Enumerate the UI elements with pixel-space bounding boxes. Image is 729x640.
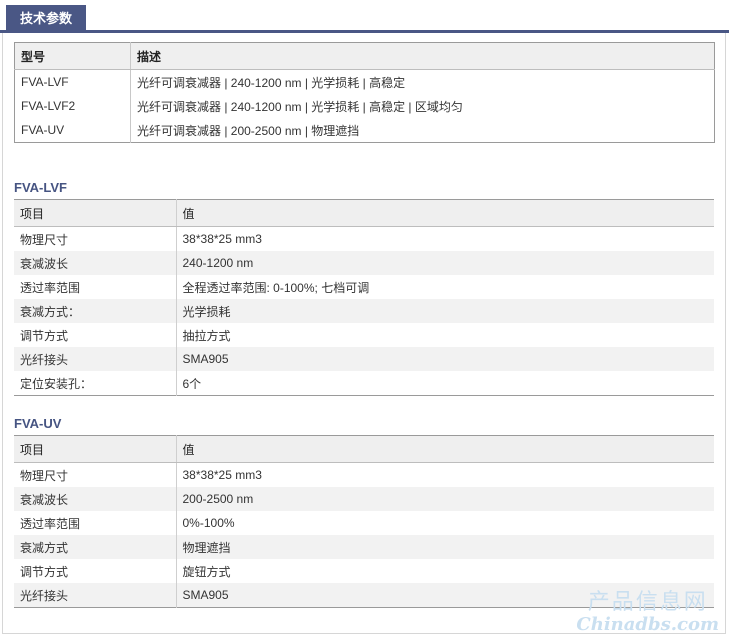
item-cell: 调节方式 xyxy=(14,559,177,583)
table-row: FVA-UV 光纤可调衰减器 | 200-2500 nm | 物理遮挡 xyxy=(14,118,715,143)
table-row: 衰减波长 240-1200 nm xyxy=(14,251,714,275)
item-cell: 调节方式 xyxy=(14,323,177,347)
site-watermark: 产品信息网 Chinadbs.com xyxy=(576,592,719,634)
value-cell: 200-2500 nm xyxy=(176,487,714,511)
table-row: 定位安装孔： 6个 xyxy=(14,371,714,396)
spec-table-fva-lvf: 项目 值 物理尺寸 38*38*25 mm3 衰减波长 240-1200 nm … xyxy=(14,199,714,396)
table-header-row: 项目 值 xyxy=(14,199,714,227)
table-row: FVA-LVF 光纤可调衰减器 | 240-1200 nm | 光学损耗 | 高… xyxy=(14,69,715,94)
item-cell: 定位安装孔： xyxy=(14,371,177,396)
description-cell: 光纤可调衰减器 | 240-1200 nm | 光学损耗 | 高稳定 | 区域均… xyxy=(137,99,463,114)
tab-bar: 技术参数 xyxy=(0,0,729,33)
value-cell: 光学损耗 xyxy=(176,299,714,323)
spec-table-fva-uv: 项目 值 物理尺寸 38*38*25 mm3 衰减波长 200-2500 nm … xyxy=(14,435,714,608)
table-row: FVA-LVF2 光纤可调衰减器 | 240-1200 nm | 光学损耗 | … xyxy=(14,94,715,118)
item-cell: 透过率范围 xyxy=(14,275,177,299)
item-cell: 衰减方式 xyxy=(14,535,177,559)
value-cell: 全程透过率范围: 0-100%; 七档可调 xyxy=(182,280,370,295)
table-row: 光纤接头 SMA905 xyxy=(14,347,714,371)
value-cell: 抽拉方式 xyxy=(182,328,231,343)
model-cell: FVA-LVF2 xyxy=(14,94,131,118)
value-cell: 物理遮挡 xyxy=(176,535,714,559)
tab-tech-params[interactable]: 技术参数 xyxy=(6,5,87,33)
header-model: 型号 xyxy=(14,42,131,70)
header-description: 描述 xyxy=(130,42,715,70)
value-cell: 240-1200 nm xyxy=(176,251,714,275)
section-title-fva-uv: FVA-UV xyxy=(14,416,62,431)
table-row: 调节方式 旋钮方式 xyxy=(14,559,714,583)
item-cell: 物理尺寸 xyxy=(14,226,177,251)
model-cell: FVA-UV xyxy=(14,118,131,143)
table-row: 透过率范围 全程透过率范围: 0-100%; 七档可调 xyxy=(14,275,714,299)
value-cell: 0%-100% xyxy=(182,516,235,530)
value-cell: 38*38*25 mm3 xyxy=(182,232,262,246)
description-cell: 光纤可调衰减器 | 200-2500 nm | 物理遮挡 xyxy=(137,123,360,138)
table-row: 物理尺寸 38*38*25 mm3 xyxy=(14,462,714,487)
table-row: 透过率范围 0%-100% xyxy=(14,511,714,535)
table-row: 衰减方式： 光学损耗 xyxy=(14,299,714,323)
model-overview-table: 型号 描述 FVA-LVF 光纤可调衰减器 | 240-1200 nm | 光学… xyxy=(14,42,715,143)
model-cell: FVA-LVF xyxy=(14,69,131,94)
table-row: 衰减波长 200-2500 nm xyxy=(14,487,714,511)
item-cell: 衰减波长 xyxy=(14,251,177,275)
watermark-line-1: 产品信息网 xyxy=(587,590,708,615)
value-cell: SMA905 xyxy=(176,347,714,371)
table-header-row: 项目 值 xyxy=(14,435,714,463)
table-row: 衰减方式 物理遮挡 xyxy=(14,535,714,559)
table-row: 物理尺寸 38*38*25 mm3 xyxy=(14,226,714,251)
header-value: 值 xyxy=(176,435,714,463)
value-cell: 6个 xyxy=(182,376,202,391)
table-header-row: 型号 描述 xyxy=(14,42,715,70)
item-cell: 衰减波长 xyxy=(14,487,177,511)
header-item: 项目 xyxy=(14,199,177,227)
watermark-line-2: Chinadbs.com xyxy=(576,614,719,635)
value-cell: 38*38*25 mm3 xyxy=(182,468,262,482)
item-cell: 透过率范围 xyxy=(14,511,177,535)
header-value: 值 xyxy=(176,199,714,227)
header-item: 项目 xyxy=(14,435,177,463)
item-cell: 光纤接头 xyxy=(14,583,177,608)
item-cell: 光纤接头 xyxy=(14,347,177,371)
table-row: 调节方式 抽拉方式 xyxy=(14,323,714,347)
value-cell: 旋钮方式 xyxy=(182,564,231,579)
description-cell: 光纤可调衰减器 | 240-1200 nm | 光学损耗 | 高稳定 xyxy=(137,75,406,90)
item-cell: 衰减方式： xyxy=(14,299,177,323)
section-title-fva-lvf: FVA-LVF xyxy=(14,180,67,195)
item-cell: 物理尺寸 xyxy=(14,462,177,487)
